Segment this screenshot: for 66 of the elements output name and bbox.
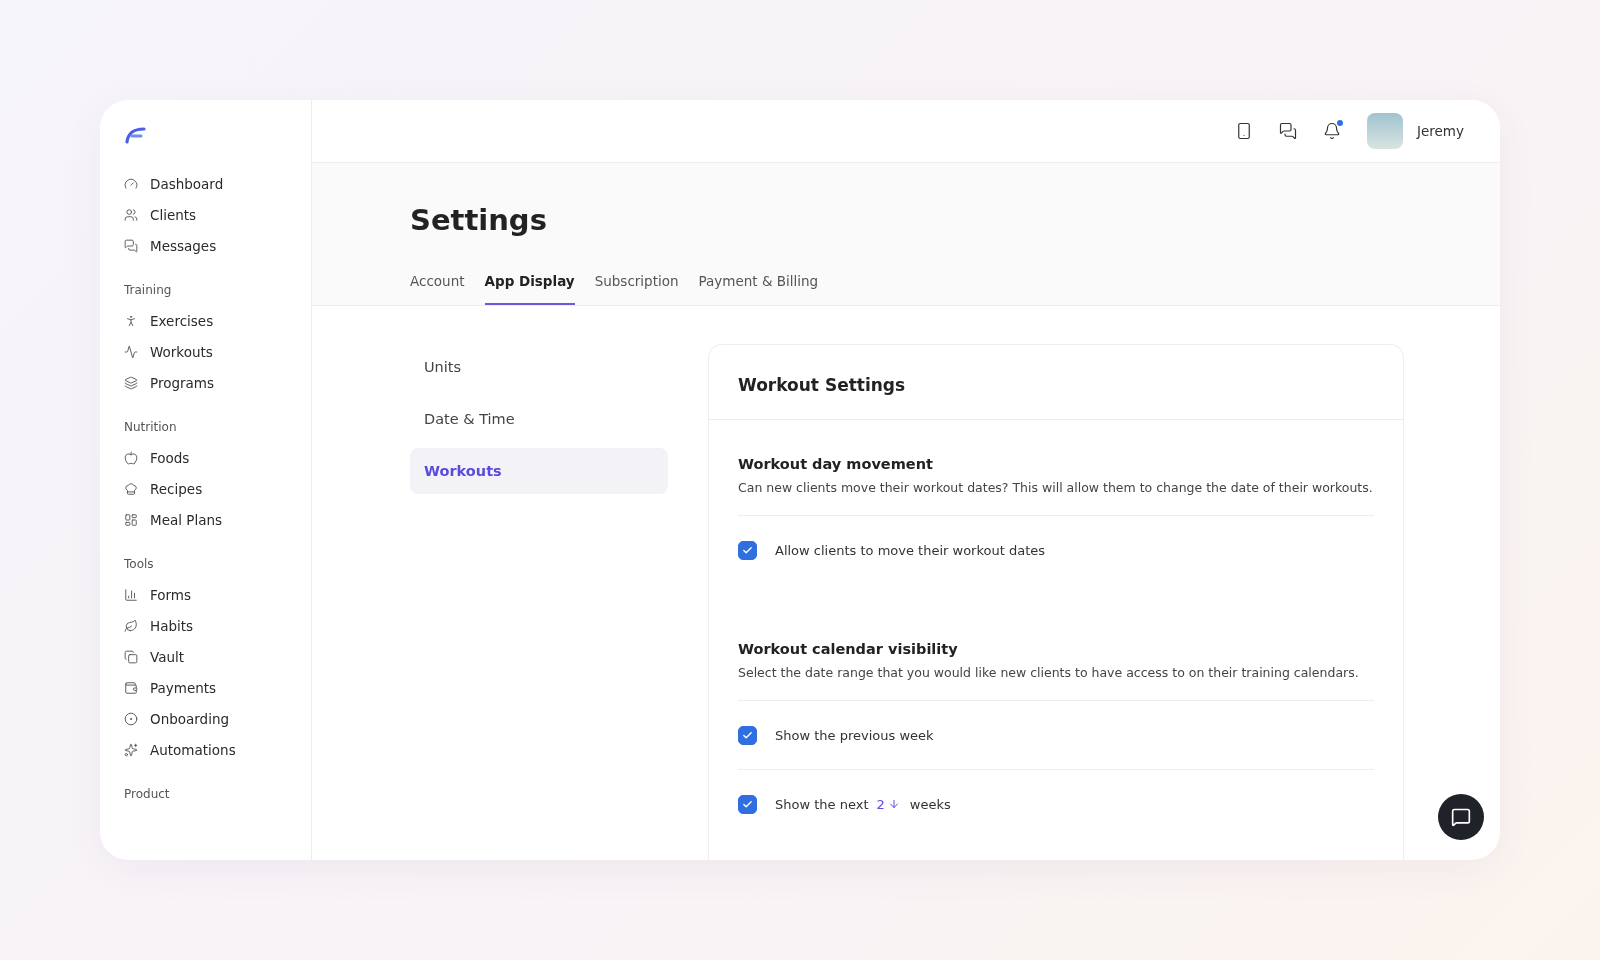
group-title: Workout calendar visibility [738, 641, 959, 657]
group-description: Can new clients move their workout dates? This will allow them to change the date of their workouts. [738, 480, 1374, 516]
nav-item[interactable]: Meal Plans [124, 504, 311, 535]
nav-icon [124, 313, 138, 328]
submenu-item[interactable]: Workouts [410, 448, 668, 494]
page-title: Settings [410, 203, 548, 237]
submenu-item[interactable]: Units [410, 344, 668, 390]
section-title: Nutrition [124, 420, 178, 434]
option-label: Show the previous week [775, 727, 934, 743]
nav-icon [124, 450, 138, 465]
chat-icon [1451, 807, 1471, 827]
nav-item[interactable]: Payments [124, 672, 311, 703]
check-icon [742, 729, 753, 741]
chat-button[interactable] [1438, 794, 1484, 840]
section-title: Training [124, 283, 173, 297]
checkbox[interactable] [738, 794, 757, 814]
nav-icon [124, 618, 138, 633]
group-description: Select the date range that you would like new clients to have access to on their training calendars. [738, 665, 1374, 701]
nav-item[interactable]: Dashboard [124, 168, 311, 199]
nav-item[interactable]: Exercises [124, 305, 311, 336]
nav-icon [124, 375, 138, 390]
phone-icon[interactable] [1235, 122, 1253, 140]
check-icon [742, 798, 753, 810]
section-title: Tools [124, 557, 155, 571]
nav-item[interactable]: Programs [124, 367, 311, 398]
nav-icon [124, 344, 138, 359]
checkbox[interactable] [738, 725, 757, 745]
section-title: Product [124, 787, 171, 801]
nav-item[interactable]: Recipes [124, 473, 311, 504]
nav-icon [124, 176, 138, 191]
nav-icon [124, 649, 138, 664]
nav-item[interactable]: Workouts [124, 336, 311, 367]
tab[interactable]: Account [410, 273, 465, 305]
nav-item[interactable]: Messages [124, 230, 311, 261]
nav-icon [124, 711, 138, 726]
submenu-item[interactable]: Date & Time [410, 396, 668, 442]
logo-icon [124, 126, 146, 144]
nav-item[interactable]: Onboarding [124, 703, 311, 734]
nav-item[interactable]: Foods [124, 442, 311, 473]
messages-icon[interactable] [1279, 122, 1297, 140]
group-title: Workout day movement [738, 456, 934, 472]
user-name[interactable]: Jeremy [1417, 123, 1464, 139]
option-label: weeks [909, 796, 951, 812]
nav-item[interactable]: Clients [124, 199, 311, 230]
tab[interactable]: App Display [484, 273, 575, 305]
panel-title: Workout Settings [709, 345, 1403, 420]
notifications-icon[interactable] [1323, 122, 1341, 140]
option-label: Allow clients to move their workout dates [775, 542, 1045, 558]
checkbox[interactable] [738, 540, 757, 560]
nav-item[interactable]: Forms [124, 579, 311, 610]
nav-item[interactable]: Automations [124, 734, 311, 765]
nav-icon [124, 238, 138, 253]
nav-icon [124, 481, 138, 496]
nav-item[interactable]: Vault [124, 641, 311, 672]
nav-icon [124, 587, 138, 602]
nav-icon [124, 512, 138, 527]
tab[interactable]: Payment & Billing [698, 273, 819, 305]
check-icon [742, 544, 753, 556]
nav-icon [124, 680, 138, 695]
arrow-down-icon [887, 798, 900, 810]
tab[interactable]: Subscription [594, 273, 679, 305]
nav-item[interactable]: Habits [124, 610, 311, 641]
nav-icon [124, 207, 138, 222]
week-count-dropdown[interactable]: 2 [876, 796, 900, 812]
option-label: Show the next [775, 796, 869, 812]
nav-icon [124, 742, 138, 757]
